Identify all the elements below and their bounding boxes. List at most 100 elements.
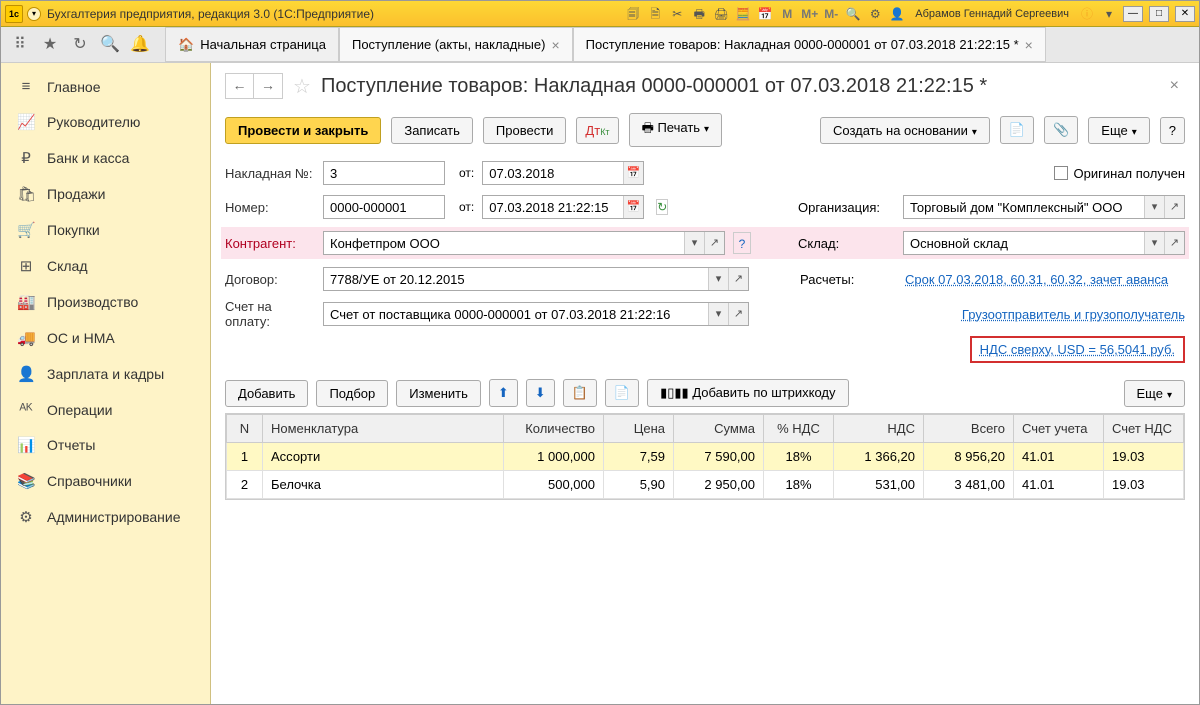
dropdown-icon[interactable]: ▾ [1101,6,1117,22]
attach-button[interactable]: 📎 [1044,116,1078,144]
table-more-button[interactable]: Еще▾ [1124,380,1185,407]
refresh-icon[interactable]: ↻ [656,199,668,215]
user-icon[interactable]: 👤 [889,6,905,22]
close-button[interactable]: ✕ [1175,6,1195,22]
cell-account[interactable]: 41.01 [1014,471,1104,499]
col-account[interactable]: Счет учета [1014,415,1104,443]
payment-input[interactable] [324,303,708,325]
invoice-date-input[interactable] [483,162,623,184]
cell-vat-pct[interactable]: 18% [764,443,834,471]
transactions-button[interactable]: ДтКт [576,117,618,144]
calendar-icon[interactable]: 📅 [623,162,643,184]
vat-currency-link[interactable]: НДС сверху, USD = 56,5041 руб. [980,342,1175,357]
post-button[interactable]: Провести [483,117,567,144]
app-menu-icon[interactable]: ▾ [27,7,41,21]
close-icon[interactable]: × [551,37,559,53]
col-n[interactable]: N [227,415,263,443]
favorite-toggle[interactable]: ☆ [293,74,311,99]
tab-document[interactable]: Поступление товаров: Накладная 0000-0000… [573,27,1046,62]
original-received-checkbox[interactable]: Оригинал получен [1054,166,1185,181]
calc-link[interactable]: Срок 07.03.2018, 60.31, 60.32, зачет ава… [905,272,1185,287]
contract-input[interactable] [324,268,708,290]
apps-icon[interactable]: ⠿ [7,32,33,58]
open-icon[interactable]: ↗ [1164,232,1184,254]
open-icon[interactable]: ↗ [728,268,748,290]
sidebar-item[interactable]: 🏭Производство [1,284,210,320]
forward-button[interactable]: → [254,74,282,98]
sidebar-item[interactable]: 📈Руководителю [1,104,210,140]
post-and-close-button[interactable]: Провести и закрыть [225,117,381,144]
cell-qty[interactable]: 1 000,000 [504,443,604,471]
sidebar-item[interactable]: 📚Справочники [1,463,210,499]
back-button[interactable]: ← [226,74,254,98]
toolbar-icon[interactable]: ✂ [669,6,685,22]
sidebar-item[interactable]: 🛍Продажи [1,176,210,212]
open-icon[interactable]: ↗ [1164,196,1184,218]
help-button[interactable]: ? [1160,117,1185,144]
sidebar-item[interactable]: 🚚ОС и НМА [1,320,210,356]
barcode-button[interactable]: ▮▯▮▮ Добавить по штрихкоду [647,379,848,407]
open-icon[interactable]: ↗ [704,232,724,254]
cell-sum[interactable]: 7 590,00 [674,443,764,471]
dropdown-icon[interactable]: ▾ [708,303,728,325]
move-up-button[interactable]: ⬆ [489,379,518,407]
warehouse-input[interactable] [904,232,1144,254]
col-vat-pct[interactable]: % НДС [764,415,834,443]
minimize-button[interactable]: — [1123,6,1143,22]
dropdown-icon[interactable]: ▾ [708,268,728,290]
cell-nomenclature[interactable]: Белочка [263,471,504,499]
maximize-button[interactable]: □ [1149,6,1169,22]
edit-button[interactable]: Изменить [396,380,481,407]
col-vat-account[interactable]: Счет НДС [1104,415,1184,443]
tab-home[interactable]: 🏠 Начальная страница [165,27,339,62]
col-total[interactable]: Всего [924,415,1014,443]
cell-account[interactable]: 41.01 [1014,443,1104,471]
toolbar-icon[interactable]: 🗎 [647,6,663,22]
print-button[interactable]: 🖶 Печать▾ [629,113,723,147]
close-icon[interactable]: × [1025,37,1033,53]
mem-mplus-icon[interactable]: M+ [801,6,817,22]
files-button[interactable]: 📄 [1000,116,1034,144]
open-icon[interactable]: ↗ [728,303,748,325]
sidebar-item[interactable]: ⊞Склад [1,248,210,284]
calendar-icon[interactable]: 📅 [623,196,643,218]
create-based-button[interactable]: Создать на основании▾ [820,117,990,144]
user-name[interactable]: Абрамов Геннадий Сергеевич [915,8,1069,20]
sidebar-item[interactable]: 🛒Покупки [1,212,210,248]
cell-vat[interactable]: 1 366,20 [834,443,924,471]
dropdown-icon[interactable]: ▾ [684,232,704,254]
help-icon[interactable]: ? [733,232,751,254]
shipper-link[interactable]: Грузоотправитель и грузополучатель [962,307,1185,322]
table-row[interactable]: 1Ассорти1 000,0007,597 590,0018%1 366,20… [227,443,1184,471]
sidebar-item[interactable]: ≡Главное [1,69,210,104]
cell-total[interactable]: 8 956,20 [924,443,1014,471]
number-input[interactable] [324,196,444,218]
zoom-icon[interactable]: 🔍 [845,6,861,22]
dropdown-icon[interactable]: ▾ [1144,196,1164,218]
cell-qty[interactable]: 500,000 [504,471,604,499]
cell-nomenclature[interactable]: Ассорти [263,443,504,471]
paste-button[interactable]: 📄 [605,379,639,407]
move-down-button[interactable]: ⬇ [526,379,555,407]
cell-total[interactable]: 3 481,00 [924,471,1014,499]
counterparty-input[interactable] [324,232,684,254]
cell-sum[interactable]: 2 950,00 [674,471,764,499]
cell-vat-pct[interactable]: 18% [764,471,834,499]
invoice-no-input[interactable] [324,162,444,184]
cell-vat-account[interactable]: 19.03 [1104,443,1184,471]
pick-button[interactable]: Подбор [316,380,388,407]
org-input[interactable] [904,196,1144,218]
print-icon[interactable]: 🖨 [713,6,729,22]
notifications-icon[interactable]: 🔔 [127,32,153,58]
calendar-icon[interactable]: 📅 [757,6,773,22]
mem-m-icon[interactable]: M [779,6,795,22]
calculator-icon[interactable]: 🧮 [735,6,751,22]
save-button[interactable]: Записать [391,117,473,144]
cell-vat-account[interactable]: 19.03 [1104,471,1184,499]
sidebar-item[interactable]: 📊Отчеты [1,427,210,463]
col-qty[interactable]: Количество [504,415,604,443]
toolbar-icon[interactable]: 🗐 [625,6,641,22]
tab-receipts[interactable]: Поступление (акты, накладные) × [339,27,573,62]
table-row[interactable]: 2Белочка500,0005,902 950,0018%531,003 48… [227,471,1184,499]
cell-price[interactable]: 5,90 [604,471,674,499]
